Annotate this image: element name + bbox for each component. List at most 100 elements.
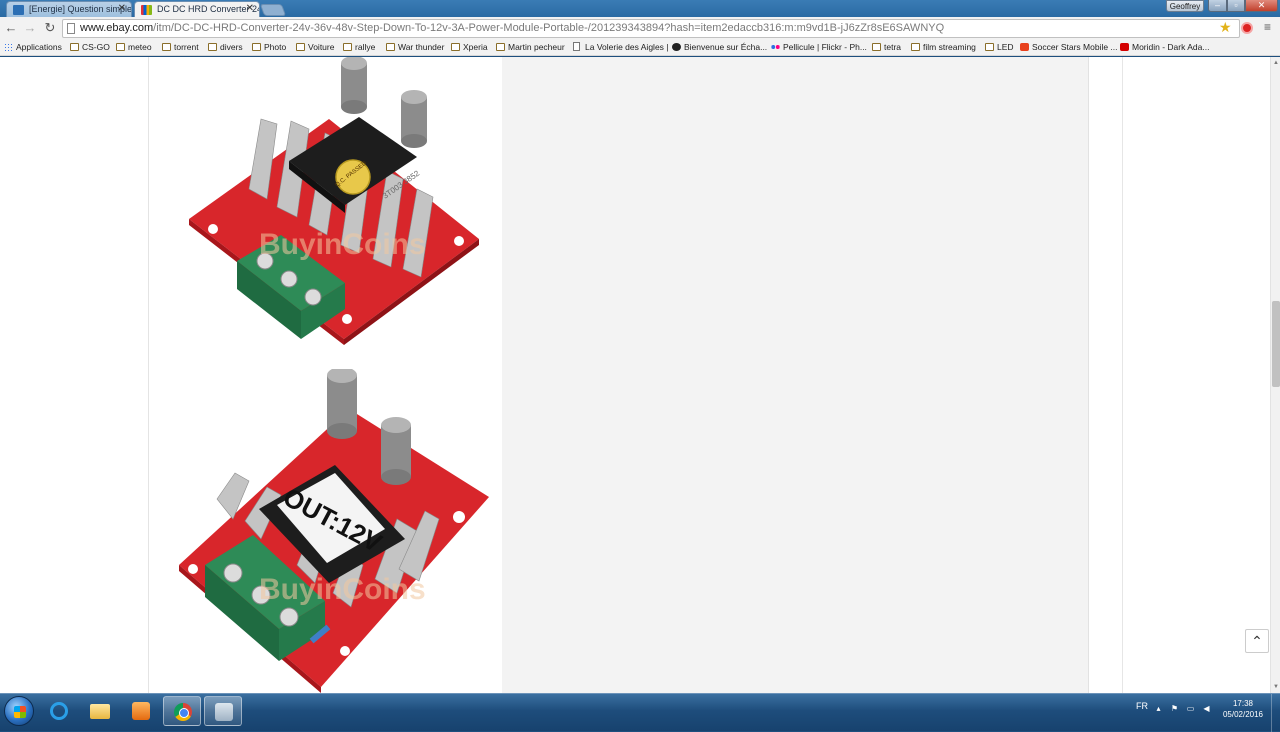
reload-icon[interactable]: ↻: [42, 20, 58, 36]
forward-arrow-icon[interactable]: →: [22, 20, 38, 36]
windows-taskbar: FR ▴ ⚑ ▭ ◀ 17:38 05/02/2016: [0, 693, 1280, 732]
bookmark-meteo[interactable]: meteo: [116, 41, 152, 54]
bookmark-label: Pellicule | Flickr - Ph...: [783, 42, 867, 52]
tab-energie[interactable]: [Energie] Question simple ✕: [6, 1, 132, 17]
bookmark-rallye[interactable]: rallye: [343, 41, 375, 54]
watermark: BuyinCoins: [259, 228, 426, 261]
folder-icon: [872, 43, 881, 51]
capacitor: [327, 369, 357, 439]
bookmark-divers[interactable]: divers: [208, 41, 243, 54]
folder-icon: [496, 43, 505, 51]
bookmark-torrent[interactable]: torrent: [162, 41, 199, 54]
bolt-icon: [672, 43, 681, 51]
scroll-down-arrow-icon[interactable]: ▼: [1272, 683, 1280, 691]
bookmark-label: divers: [220, 42, 243, 52]
bookmark-war-thunder[interactable]: War thunder: [386, 41, 444, 54]
taskbar-internet-explorer[interactable]: [40, 696, 78, 726]
maximize-button[interactable]: ▫: [1227, 0, 1245, 12]
clock[interactable]: 17:38 05/02/2016: [1216, 698, 1270, 720]
bookmark-label: Soccer Stars Mobile ...: [1032, 42, 1118, 52]
volume-icon[interactable]: ◀: [1202, 704, 1211, 713]
close-window-button[interactable]: ✕: [1245, 0, 1278, 12]
forum-favicon-icon: [13, 5, 24, 15]
bookmark-label: Moridin - Dark Ada...: [1132, 42, 1210, 52]
minimize-button[interactable]: –: [1208, 0, 1227, 12]
bookmark-soccer-stars-mobile[interactable]: Soccer Stars Mobile ...: [1020, 41, 1118, 54]
bookmark-label: Applications: [16, 42, 62, 52]
bookmark-label: film streaming: [923, 42, 976, 52]
back-arrow-icon[interactable]: ←: [3, 20, 19, 36]
bookmark-photo[interactable]: Photo: [252, 41, 286, 54]
left-margin: [0, 57, 149, 693]
bookmark-moridin-dark-ada[interactable]: Moridin - Dark Ada...: [1120, 41, 1209, 54]
bookmark-bienvenue-sur-cha[interactable]: Bienvenue sur Écha...: [672, 41, 767, 54]
start-button[interactable]: [4, 696, 34, 726]
bookmark-voiture[interactable]: Voiture: [296, 41, 334, 54]
folder-icon: [208, 43, 217, 51]
bookmark-film-streaming[interactable]: film streaming: [911, 41, 976, 54]
browser-toolbar: ← → ↻ www.ebay.com/itm/DC-DC-HRD-Convert…: [0, 17, 1280, 39]
clock-time: 17:38: [1232, 699, 1254, 708]
folder-icon: [386, 43, 395, 51]
windows-logo-icon: [14, 706, 26, 718]
network-icon[interactable]: ▭: [1186, 704, 1195, 713]
bookmark-label: Photo: [264, 42, 287, 52]
extension-icon[interactable]: [1241, 22, 1253, 34]
folder-icon: [911, 43, 920, 51]
bookmark-star-icon[interactable]: ★: [1219, 18, 1232, 36]
show-desktop-button[interactable]: [1271, 694, 1280, 732]
taskbar-media-player[interactable]: [122, 696, 160, 726]
scrollbar-thumb[interactable]: [1272, 301, 1280, 387]
ebay-favicon-icon: [141, 5, 152, 15]
page-scrollbar[interactable]: ▲ ▼: [1270, 57, 1280, 693]
taskbar-file-explorer[interactable]: [81, 696, 119, 726]
bookmark-la-volerie-des-aigles[interactable]: La Volerie des Aigles |: [573, 41, 669, 54]
new-tab-button[interactable]: [259, 4, 287, 16]
folder-icon: [90, 704, 110, 719]
capacitor: [401, 90, 427, 148]
url-host: www.ebay.com: [80, 22, 154, 34]
folder-icon: [985, 43, 994, 51]
right-sidebar: [1089, 57, 1270, 693]
folder-icon: [116, 43, 125, 51]
close-tab-icon[interactable]: ✕: [246, 3, 254, 14]
taskbar-paint[interactable]: [204, 696, 242, 726]
bookmark-led[interactable]: LED: [985, 41, 1014, 54]
media-player-icon: [132, 702, 150, 720]
profile-button[interactable]: Geoffrey: [1166, 0, 1204, 12]
bookmark-martin-pecheur[interactable]: Martin pecheur: [496, 41, 565, 54]
bookmark-applications[interactable]: Applications: [4, 41, 62, 54]
bookmark-label: torrent: [174, 42, 199, 52]
bookmark-xperia[interactable]: Xperia: [451, 41, 488, 54]
address-bar[interactable]: www.ebay.com/itm/DC-DC-HRD-Converter-24v…: [62, 19, 1240, 38]
page-icon: [67, 23, 75, 34]
tab-ebay[interactable]: DC DC HRD Converter 24V ✕: [134, 1, 260, 17]
tab-title: [Energie] Question simple: [29, 4, 132, 14]
back-to-top-button[interactable]: ⌃: [1245, 629, 1269, 653]
folder-icon: [343, 43, 352, 51]
folder-icon: [70, 43, 79, 51]
bookmark-tetra[interactable]: tetra: [872, 41, 901, 54]
close-tab-icon[interactable]: ✕: [118, 3, 126, 14]
folder-icon: [252, 43, 261, 51]
bookmark-pellicule-flickr-ph[interactable]: Pellicule | Flickr - Ph...: [771, 41, 867, 54]
play-icon: [1020, 43, 1029, 51]
show-hidden-icons-icon[interactable]: ▴: [1154, 704, 1163, 713]
action-center-flag-icon[interactable]: ⚑: [1170, 704, 1179, 713]
clock-date: 05/02/2016: [1222, 710, 1264, 719]
bookmark-label: Xperia: [463, 42, 488, 52]
bookmark-label: War thunder: [398, 42, 445, 52]
tab-title: DC DC HRD Converter 24V: [157, 4, 260, 14]
product-details-panel: [502, 57, 1089, 693]
bookmark-cs-go[interactable]: CS-GO: [70, 41, 110, 54]
bookmark-label: rallye: [355, 42, 376, 52]
language-indicator[interactable]: FR: [1136, 701, 1148, 711]
product-image-2[interactable]: OUT:12V BuyinCoins: [149, 369, 502, 693]
taskbar-chrome[interactable]: [163, 696, 201, 726]
chrome-menu-icon[interactable]: ≡: [1264, 21, 1274, 33]
bookmark-label: tetra: [884, 42, 902, 52]
bookmarks-bar: Applications CS-GO meteo torrent divers Photo…: [0, 39, 1280, 56]
scroll-up-arrow-icon[interactable]: ▲: [1272, 59, 1280, 67]
title-bar: [Energie] Question simple ✕ DC DC HRD Co…: [0, 0, 1280, 17]
product-image-1[interactable]: Q.C. PASSED 3T003 3852 BuyinCoins: [149, 57, 502, 349]
